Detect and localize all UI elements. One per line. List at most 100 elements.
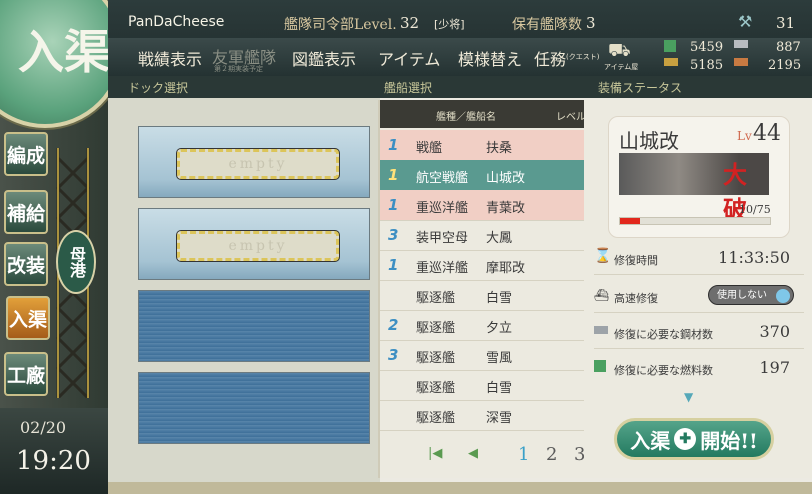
dock-slot-1[interactable]: empty bbox=[138, 126, 370, 198]
dev-material-icon: ⚒ bbox=[738, 12, 753, 31]
header-type: 艦種／艦船名 bbox=[436, 112, 496, 123]
page-1[interactable]: 1 bbox=[518, 444, 529, 465]
hp-text: 10/75 bbox=[739, 203, 771, 216]
fleet-badge-icon: 1 bbox=[388, 256, 399, 274]
ship-row[interactable]: 3 装甲空母 大鳳 bbox=[380, 220, 590, 251]
nav-button-repair[interactable]: 入渠 bbox=[6, 296, 50, 340]
ship-name: 雪風 bbox=[486, 351, 513, 366]
fast-repair-row: ⛴ 高速修復 使用しない bbox=[594, 282, 804, 313]
ship-row[interactable]: 1 航空戦艦 山城改 bbox=[380, 160, 590, 191]
port-button[interactable]: 母港 bbox=[56, 230, 96, 294]
bottom-border bbox=[108, 482, 812, 494]
fast-repair-label: 高速修復 bbox=[614, 292, 658, 305]
date-text: 02/20 bbox=[20, 418, 67, 437]
repair-time-value: 11:33:50 bbox=[718, 248, 790, 267]
fleet-badge-icon: 1 bbox=[388, 166, 399, 184]
pager: |◀︎ ◀︎ 1 2 3 bbox=[380, 440, 592, 472]
ship-row[interactable]: 1 重巡洋艦 摩耶改 bbox=[380, 250, 590, 281]
ship-name: 山城改 bbox=[486, 171, 526, 186]
player-name: PanDaCheese bbox=[128, 14, 225, 30]
nav-quests[interactable]: 任務 bbox=[534, 46, 566, 70]
section-status: 装備ステータス bbox=[598, 81, 683, 95]
fast-repair-toggle[interactable]: 使用しない bbox=[708, 285, 794, 305]
header-level: レベル bbox=[556, 112, 586, 123]
ship-name: 白雪 bbox=[486, 291, 513, 306]
hp-bar bbox=[619, 217, 771, 225]
ship-name: 摩耶改 bbox=[486, 261, 526, 276]
ship-row[interactable]: 1 戦艦 扶桑 bbox=[380, 130, 590, 161]
ship-row[interactable]: 2 駆逐艦 夕立 bbox=[380, 310, 590, 341]
prev-page-icon[interactable]: ◀︎ bbox=[468, 446, 478, 461]
ship-name: 白雪 bbox=[486, 381, 513, 396]
status-panel: 山城改 Lv 44 大破 10/75 ⌛ 修復時間 11:33:50 ⛴ 高速修… bbox=[584, 100, 812, 478]
nav-button-remodel[interactable]: 改装 bbox=[4, 242, 48, 286]
ship-type: 戦艦 bbox=[416, 141, 443, 156]
fleet-badge-icon: 1 bbox=[388, 136, 399, 154]
dock-empty-plate: empty bbox=[177, 231, 339, 261]
nav-quests-sub: (クエスト) bbox=[566, 53, 600, 61]
steel-icon bbox=[734, 40, 748, 48]
shop-icon[interactable]: ⛟ bbox=[608, 40, 631, 64]
ship-list-panel: 艦種／艦船名 レベル 1 戦艦 扶桑 1 航空戦艦 山城改 1 重巡洋艦 青葉改 3 装甲空母 大鳳 1… bbox=[378, 100, 592, 478]
nav-button-compose[interactable]: 編成 bbox=[4, 132, 48, 176]
first-page-icon[interactable]: |◀︎ bbox=[428, 446, 442, 461]
bucket-icon: ⛴ bbox=[594, 288, 610, 302]
dock-slot-3-locked bbox=[138, 290, 370, 362]
dock-slot-2[interactable]: empty bbox=[138, 208, 370, 280]
repair-time-row: ⌛ 修復時間 11:33:50 bbox=[594, 244, 804, 275]
hp-bar-fill bbox=[620, 218, 640, 224]
start-repair-button[interactable]: 入渠 ✚ 開始!! bbox=[614, 418, 774, 460]
nav-furniture[interactable]: 模様替え bbox=[458, 46, 522, 70]
nav-encyclopedia[interactable]: 図鑑表示 bbox=[292, 46, 356, 70]
ship-row[interactable]: 駆逐艦 白雪 bbox=[380, 280, 590, 311]
nav-records[interactable]: 戦績表示 bbox=[138, 46, 202, 70]
ship-row[interactable]: 駆逐艦 白雪 bbox=[380, 370, 590, 401]
ship-name: 扶桑 bbox=[486, 141, 513, 156]
steel-cost-label: 修復に必要な鋼材数 bbox=[614, 328, 713, 341]
ship-name: 深雪 bbox=[486, 411, 513, 426]
fuel-cost-value: 197 bbox=[759, 358, 790, 377]
nav-button-arsenal[interactable]: 工廠 bbox=[4, 352, 48, 396]
ship-type: 駆逐艦 bbox=[416, 351, 456, 366]
bauxite-icon bbox=[734, 58, 748, 66]
ship-type: 装甲空母 bbox=[416, 231, 469, 246]
hq-level: 32 bbox=[400, 14, 420, 32]
ship-type: 駆逐艦 bbox=[416, 381, 456, 396]
nav-button-supply[interactable]: 補給 bbox=[4, 190, 48, 234]
time-text: 19:20 bbox=[16, 446, 91, 476]
steel-count: 887 bbox=[776, 40, 801, 55]
hq-level-label: 艦隊司令部Level. bbox=[284, 17, 397, 33]
ship-level: 44 bbox=[753, 121, 781, 146]
nav-items[interactable]: アイテム bbox=[378, 46, 440, 70]
fuel-cost-label: 修復に必要な燃料数 bbox=[614, 364, 713, 377]
ship-row[interactable]: 駆逐艦 深雪 bbox=[380, 400, 590, 431]
wrench-icon: ✚ bbox=[674, 428, 697, 450]
ship-list-header: 艦種／艦船名 レベル bbox=[380, 100, 592, 128]
dev-material-count: 31 bbox=[776, 14, 796, 32]
clock-box: 02/20 19:20 bbox=[0, 408, 108, 494]
dock-slot-4-locked bbox=[138, 372, 370, 444]
fuel-icon bbox=[664, 40, 676, 52]
dock-panel: empty empty bbox=[108, 98, 380, 482]
ship-row[interactable]: 1 重巡洋艦 青葉改 bbox=[380, 190, 590, 221]
ship-portrait: 大破 bbox=[619, 153, 769, 224]
ship-type: 航空戦艦 bbox=[416, 171, 469, 186]
page-2[interactable]: 2 bbox=[546, 444, 557, 465]
section-ship-select: 艦船選択 bbox=[384, 81, 433, 95]
section-bar: ドック選択 艦船選択 装備ステータス bbox=[108, 76, 812, 98]
fuel-count: 5459 bbox=[690, 40, 724, 55]
ship-row[interactable]: 3 駆逐艦 雪風 bbox=[380, 340, 590, 371]
fleet-badge-icon: 1 bbox=[388, 196, 399, 214]
ammo-icon bbox=[664, 58, 678, 66]
dock-empty-plate: empty bbox=[177, 149, 339, 179]
ammo-count: 5185 bbox=[690, 58, 724, 73]
ship-card: 山城改 Lv 44 大破 10/75 bbox=[608, 116, 790, 238]
fleet-count: 3 bbox=[586, 14, 596, 32]
ship-type: 駆逐艦 bbox=[416, 411, 456, 426]
ship-name: 青葉改 bbox=[486, 201, 526, 216]
steel-cost-row: 修復に必要な鋼材数 370 bbox=[594, 318, 804, 349]
item-shop-label[interactable]: アイテム屋 bbox=[604, 62, 638, 72]
ship-name: 夕立 bbox=[486, 321, 513, 336]
rank: [少将] bbox=[434, 18, 465, 31]
ship-type: 駆逐艦 bbox=[416, 321, 456, 336]
